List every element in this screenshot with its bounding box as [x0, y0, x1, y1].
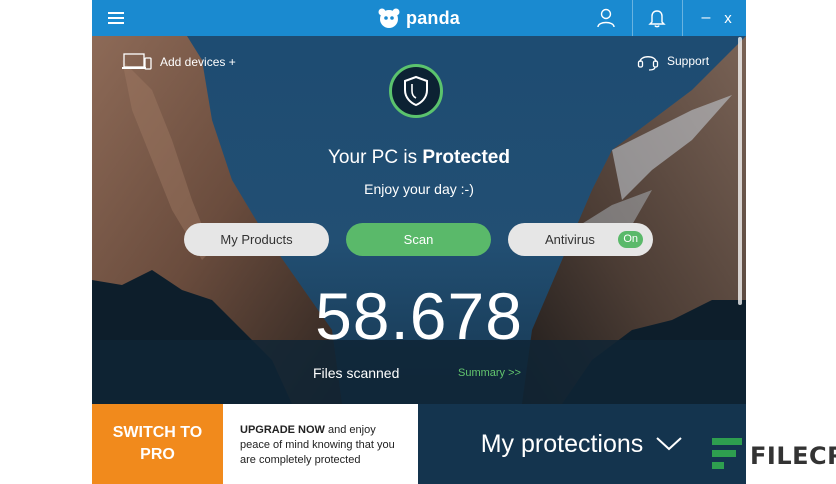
separator	[632, 0, 633, 36]
panda-icon	[378, 8, 400, 28]
bottom-bar: SWITCH TO PRO UPGRADE NOW and enjoy peac…	[92, 404, 746, 484]
summary-link[interactable]: Summary >>	[458, 367, 521, 379]
minimize-button[interactable]: –	[696, 0, 716, 36]
upgrade-bold-text: UPGRADE NOW	[240, 424, 325, 436]
panda-logo: panda	[378, 6, 460, 30]
brand-name: panda	[406, 7, 461, 28]
scan-button[interactable]: Scan	[346, 223, 491, 256]
protection-status-indicator	[389, 64, 443, 118]
menu-button[interactable]	[104, 0, 128, 36]
chevron-down-icon	[656, 437, 682, 451]
panda-app-window: panda – x Add devices + Support Your PC …	[92, 0, 746, 484]
account-button[interactable]	[592, 0, 620, 36]
status-prefix: Your PC is	[328, 147, 418, 168]
switch-line-2: PRO	[140, 446, 175, 463]
notifications-button[interactable]	[643, 0, 671, 36]
support-label: Support	[667, 54, 710, 68]
antivirus-toggle[interactable]: On	[618, 231, 643, 248]
antivirus-button[interactable]: Antivirus On	[508, 223, 653, 256]
shield-icon	[404, 75, 428, 107]
my-products-button[interactable]: My Products	[184, 223, 329, 256]
files-scanned-label: Files scanned	[313, 365, 400, 381]
switch-to-pro-button[interactable]: SWITCH TO PRO	[92, 404, 223, 484]
status-subtitle: Enjoy your day :-)	[364, 181, 474, 197]
scrollbar[interactable]	[738, 37, 742, 305]
add-devices-label: Add devices +	[160, 55, 236, 69]
separator	[682, 0, 683, 36]
headset-icon	[637, 56, 659, 71]
status-state: Protected	[422, 147, 510, 168]
switch-line-1: SWITCH TO	[112, 424, 203, 441]
support-link[interactable]: Support	[637, 50, 709, 72]
filecr-watermark-text: FILECR	[750, 442, 836, 470]
hamburger-icon	[108, 12, 124, 24]
close-button[interactable]: x	[720, 0, 736, 36]
my-protections-button[interactable]: My protections	[418, 404, 746, 484]
devices-icon	[122, 53, 152, 70]
files-scanned-count: 58.678	[315, 279, 523, 353]
filecr-logo-icon	[712, 438, 742, 469]
user-icon	[597, 8, 615, 28]
bell-icon	[648, 10, 666, 28]
protection-status-title: Your PC is Protected	[92, 147, 746, 169]
my-protections-label: My protections	[480, 429, 644, 458]
upgrade-now-banner[interactable]: UPGRADE NOW and enjoy peace of mind know…	[223, 404, 418, 484]
title-bar: panda – x	[92, 0, 746, 36]
add-devices-link[interactable]: Add devices +	[122, 52, 236, 72]
filecr-watermark: FILECR	[708, 432, 836, 480]
antivirus-label: Antivirus	[545, 232, 595, 247]
